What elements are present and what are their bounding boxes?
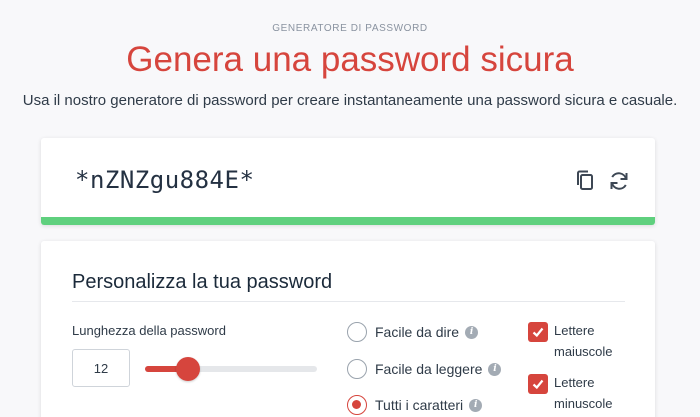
page-subtitle: Usa il nostro generatore di password per…: [22, 92, 678, 109]
mode-option-easy-say[interactable]: Facile da dire i: [347, 321, 479, 343]
radio-button[interactable]: [347, 359, 367, 379]
info-icon[interactable]: i: [465, 325, 479, 339]
checkbox-checked[interactable]: [528, 374, 548, 394]
option-uppercase[interactable]: Lettere maiuscole: [528, 322, 634, 362]
checkbox-checked[interactable]: [528, 322, 548, 342]
mode-option-easy-read[interactable]: Facile da leggere i: [347, 358, 502, 380]
option-lowercase[interactable]: Lettere minuscole: [528, 374, 634, 414]
check-icon: [532, 327, 544, 338]
customize-title: Personalizza la tua password: [72, 271, 333, 293]
page-title: Genera una password sicura: [126, 40, 574, 79]
mode-label: Facile da dire: [375, 324, 460, 340]
length-input[interactable]: 12: [72, 349, 130, 387]
info-icon[interactable]: i: [488, 362, 502, 376]
option-label: Lettere maiuscole: [554, 323, 613, 359]
page: GENERATORE DI PASSWORD Genera una passwo…: [0, 0, 700, 417]
mode-label: Facile da leggere: [375, 361, 483, 377]
radio-button-selected[interactable]: [347, 395, 367, 415]
length-slider[interactable]: [145, 357, 317, 381]
check-icon: [532, 379, 544, 390]
strength-bar: [41, 217, 655, 225]
slider-thumb[interactable]: [176, 357, 200, 381]
generated-password[interactable]: *nZNZgu884E*: [75, 166, 254, 194]
divider: [72, 301, 625, 302]
option-label: Lettere minuscole: [554, 375, 613, 411]
password-card: *nZNZgu884E*: [41, 138, 655, 225]
info-icon[interactable]: i: [469, 398, 483, 412]
customize-card: Personalizza la tua password Lunghezza d…: [41, 241, 655, 417]
refresh-icon[interactable]: [606, 168, 632, 194]
mode-label: Tutti i caratteri: [375, 397, 464, 413]
copy-icon[interactable]: [572, 168, 598, 194]
length-label: Lunghezza della password: [72, 323, 226, 338]
radio-button[interactable]: [347, 322, 367, 342]
mode-option-all-chars[interactable]: Tutti i caratteri i: [347, 394, 483, 416]
page-eyebrow: GENERATORE DI PASSWORD: [272, 23, 428, 34]
